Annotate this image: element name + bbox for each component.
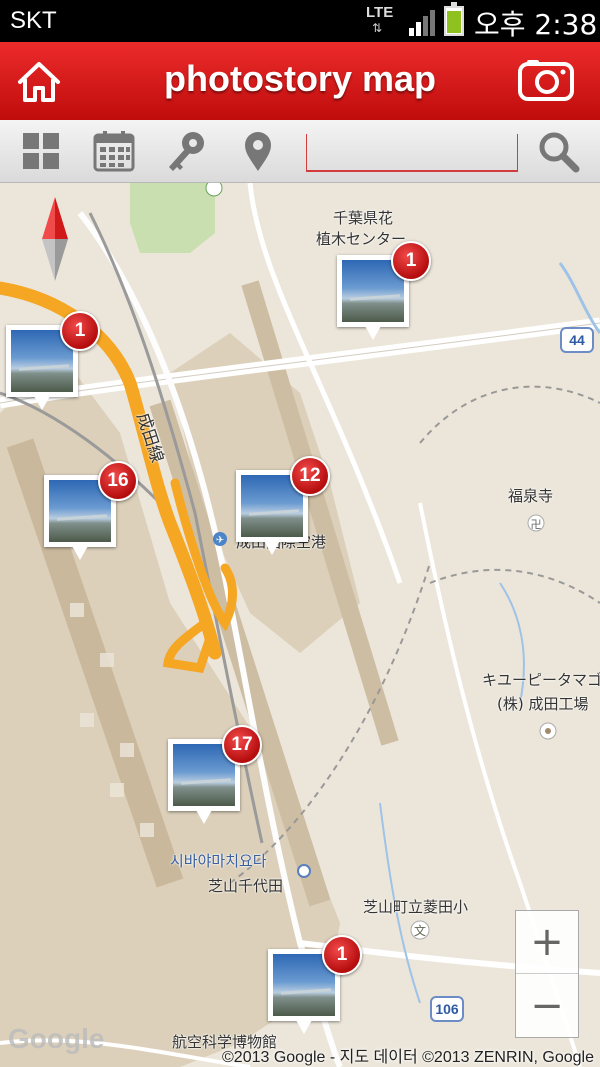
photo-count-badge: 1 [60, 311, 100, 351]
svg-text:卍: 卍 [531, 518, 542, 531]
svg-text:✈: ✈ [216, 535, 224, 546]
map-label-shibayama-chiyoda-kr: 시바야마치요다 [170, 852, 267, 870]
app-bar: photostory map [0, 42, 600, 120]
photo-marker[interactable]: 16 [44, 461, 138, 561]
network-type-label: LTE [366, 4, 394, 21]
search-input[interactable] [306, 134, 518, 172]
photo-marker[interactable]: 1 [337, 241, 431, 341]
compass-icon[interactable] [40, 197, 70, 281]
map-view[interactable]: 卍 文 ✈ 44 106 千葉県花 植木センター 成田線 福泉寺 成田国際空港 … [0, 183, 600, 1067]
photo-marker[interactable]: 12 [236, 456, 330, 556]
signal-strength-icon [409, 10, 435, 36]
route-106-shield: 106 [430, 996, 464, 1022]
carrier-label: SKT [10, 7, 57, 34]
map-label-kewpie-1: キユーピータマゴ [482, 671, 600, 689]
location-pin-icon[interactable] [236, 129, 280, 173]
photo-marker[interactable]: 1 [268, 935, 362, 1035]
photo-marker[interactable]: 1 [6, 311, 100, 411]
map-label-fukusenji: 福泉寺 [508, 487, 554, 505]
photo-count-badge: 1 [391, 241, 431, 281]
calendar-icon[interactable] [92, 129, 136, 173]
battery-icon [444, 2, 464, 36]
svg-text:文: 文 [414, 923, 426, 938]
map-label-kewpie-2: (株) 成田工場 [497, 695, 589, 713]
photo-marker[interactable]: 17 [168, 725, 262, 825]
tag-icon[interactable] [163, 129, 207, 173]
photo-count-badge: 17 [222, 725, 262, 765]
photo-count-badge: 12 [290, 456, 330, 496]
camera-icon[interactable] [517, 58, 575, 102]
google-logo: Google [8, 1023, 105, 1054]
toolbar [0, 120, 600, 183]
zoom-in-button[interactable]: + [516, 911, 578, 974]
app-title: photostory map [163, 58, 436, 99]
map-label-shibayama-chiyoda-jp: 芝山千代田 [208, 877, 284, 895]
status-bar: SKT LTE ⇅ 오후 2:38 [0, 0, 600, 42]
map-label-school: 芝山町立菱田小 [363, 898, 469, 916]
photo-count-badge: 16 [98, 461, 138, 501]
data-activity-icon: ⇅ [372, 21, 383, 35]
search-icon[interactable] [536, 129, 580, 173]
grid-view-icon[interactable] [19, 129, 63, 173]
clock-label: 오후 2:38 [474, 8, 598, 41]
map-attribution: ©2013 Google - 지도 데이터 ©2013 ZENRIN, Goog… [222, 1049, 594, 1066]
zoom-controls: + − [515, 910, 579, 1038]
zoom-out-button[interactable]: − [516, 975, 578, 1037]
route-44-shield: 44 [560, 327, 594, 353]
map-label-flower-center-2: 植木センター [316, 230, 407, 248]
map-label-flower-center-1: 千葉県花 [333, 209, 394, 227]
photo-count-badge: 1 [322, 935, 362, 975]
